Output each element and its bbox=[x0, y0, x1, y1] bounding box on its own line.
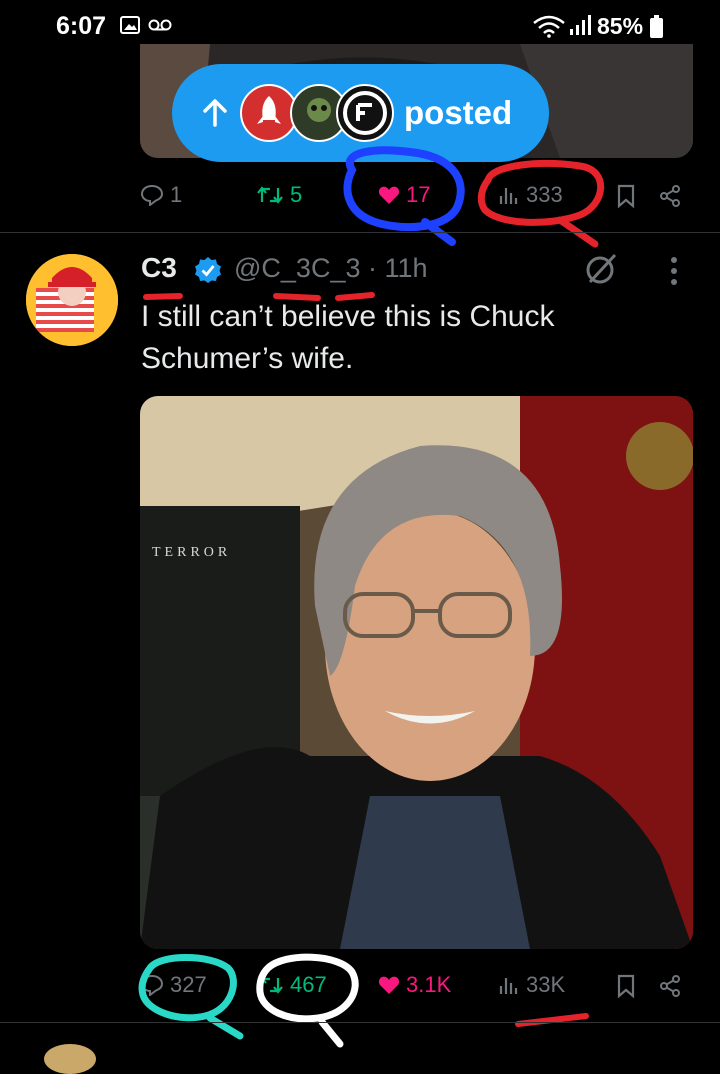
annotation-circle-reposts bbox=[256, 953, 359, 1023]
next-post-avatar[interactable] bbox=[44, 1044, 96, 1074]
post-action-annotations bbox=[138, 953, 589, 1048]
annotation-tail-reposts bbox=[318, 1018, 344, 1048]
annotation-tail-replies bbox=[206, 1014, 244, 1040]
annotation-underline-handle-1 bbox=[273, 293, 321, 301]
post-time: · 11h bbox=[368, 253, 428, 283]
post-image[interactable]: TERROR bbox=[140, 396, 693, 949]
annotation-circle-likes bbox=[343, 146, 465, 232]
annotation-circle-views bbox=[477, 160, 605, 226]
annotation-underline-handle-2 bbox=[335, 292, 375, 301]
post-divider bbox=[0, 232, 720, 233]
previous-post-annotations bbox=[343, 146, 605, 248]
annotation-underline-name bbox=[143, 293, 183, 300]
annotation-circle-replies bbox=[138, 954, 237, 1022]
post-photo: TERROR bbox=[140, 396, 693, 949]
author-annotations bbox=[143, 292, 375, 301]
author-handle[interactable]: @C_3C_3 bbox=[234, 253, 360, 283]
poster-text: TERROR bbox=[152, 545, 231, 560]
post-divider-bottom bbox=[0, 1022, 720, 1023]
